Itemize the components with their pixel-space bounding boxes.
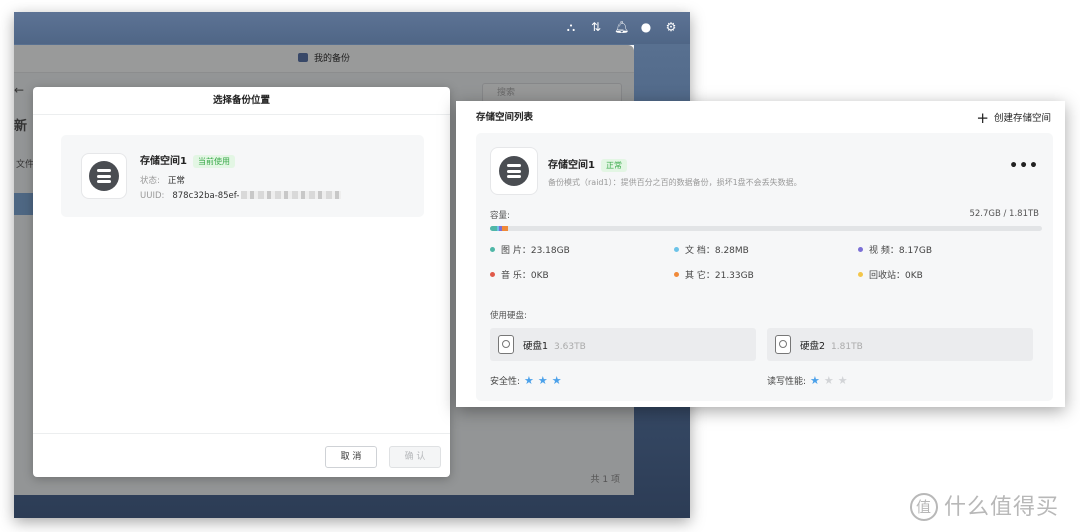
disk-item-1[interactable]: 硬盘1 3.63TB	[490, 328, 756, 361]
disk-item-2[interactable]: 硬盘2 1.81TB	[767, 328, 1033, 361]
safety-rating: 安全性: ★ ★ ★	[490, 374, 562, 387]
select-backup-location-dialog: 选择备份位置 存储空间1 当前使用 状态: 正常 UUID: 878c32ba-85e…	[33, 87, 450, 477]
create-storage-button[interactable]: + 创建存储空间	[976, 109, 1051, 127]
transfer-icon[interactable]: ⇅	[589, 20, 603, 34]
category-recycle-bin: 回收站：0KB	[858, 268, 923, 281]
pool-uuid-row: UUID: 878c32ba-85ef-	[140, 191, 342, 201]
current-use-badge: 当前使用	[192, 155, 235, 168]
storage-pool-icon-box	[81, 153, 127, 199]
rw-stars: ★ ★ ★	[806, 374, 848, 387]
capacity-label: 容量:	[490, 211, 510, 221]
confirm-button[interactable]: 确 认	[389, 446, 441, 468]
bell-icon[interactable]: 🔔︎	[614, 20, 629, 34]
category-pictures: 图 片：23.18GB	[490, 243, 570, 256]
pool-name-row: 存储空间1 正常	[548, 156, 627, 172]
desktop-top-bar: ⛬ ⇅ 🔔︎ ● ⚙	[14, 12, 690, 44]
storage-pool-icon	[89, 161, 119, 191]
create-storage-label: 创建存储空间	[993, 113, 1051, 124]
star-icon: ★	[810, 374, 820, 387]
pool-status-row: 状态: 正常	[140, 174, 185, 186]
status-label: 状态:	[140, 176, 160, 186]
pool-description: 备份模式（raid1）：提供百分之百的数据备份，损坏1盘不会丢失数据。	[548, 178, 802, 187]
cancel-button[interactable]: 取 消	[325, 446, 377, 468]
category-music: 音 乐：0KB	[490, 268, 549, 281]
disk-size: 3.63TB	[554, 342, 586, 352]
status-value: 正常	[167, 176, 185, 186]
safety-stars: ★ ★ ★	[520, 374, 562, 387]
pool-name-row: 存储空间1 当前使用	[140, 152, 235, 168]
uuid-value: 878c32ba-85ef-	[172, 191, 240, 201]
pool-name: 存储空间1	[548, 160, 595, 171]
category-label: 文 档：8.28MB	[685, 246, 749, 256]
watermark-text: 什么值得买	[944, 495, 1060, 520]
used-disks-label: 使用硬盘:	[490, 311, 527, 321]
category-other: 其 它：21.33GB	[674, 268, 754, 281]
star-icon: ★	[551, 374, 562, 387]
star-icon: ★	[537, 374, 548, 387]
star-icon: ★	[837, 374, 848, 387]
storage-pool-card: 存储空间1 正常 备份模式（raid1）：提供百分之百的数据备份，损坏1盘不会丢失…	[476, 133, 1053, 401]
disk-size: 1.81TB	[831, 342, 863, 352]
disk-name-row: 硬盘1 3.63TB	[523, 338, 586, 352]
disk-name-row: 硬盘2 1.81TB	[800, 338, 863, 352]
hard-disk-icon	[775, 335, 791, 354]
storage-pool-icon	[499, 156, 529, 186]
rw-label: 读写性能:	[767, 377, 807, 387]
more-options-icon[interactable]: •••	[1009, 159, 1039, 173]
pictures-dot	[490, 247, 495, 252]
storage-pool-option[interactable]: 存储空间1 当前使用 状态: 正常 UUID: 878c32ba-85ef-	[61, 135, 424, 217]
user-icon[interactable]: ●	[639, 20, 653, 34]
recycle-bin-dot	[858, 272, 863, 277]
pool-status-badge: 正常	[600, 159, 627, 172]
settings-icon[interactable]: ⚙	[664, 20, 678, 34]
capacity-bar	[490, 226, 1042, 231]
disk-name: 硬盘2	[800, 341, 826, 352]
disk-name: 硬盘1	[523, 341, 549, 352]
plus-icon: +	[976, 109, 989, 127]
category-label: 音 乐：0KB	[501, 271, 549, 281]
dialog-footer: 取 消 确 认	[33, 433, 450, 477]
category-label: 图 片：23.18GB	[501, 246, 570, 256]
panel-title: 存储空间列表	[476, 112, 534, 123]
star-icon: ★	[524, 374, 534, 387]
dialog-title: 选择备份位置	[33, 87, 450, 115]
storage-list-panel: 存储空间列表 + 创建存储空间 存储空间1 正常 备份模式（raid1）：提供百分之…	[456, 101, 1065, 407]
documents-dot	[674, 247, 679, 252]
storage-pool-icon-box	[490, 147, 538, 195]
category-documents: 文 档：8.28MB	[674, 243, 749, 256]
site-watermark: 值什么值得买	[910, 489, 1059, 521]
capacity-value: 52.7GB / 1.81TB	[969, 209, 1039, 219]
category-videos: 视 频：8.17GB	[858, 243, 932, 256]
safety-label: 安全性:	[490, 377, 521, 387]
videos-dot	[858, 247, 863, 252]
capacity-segment	[490, 226, 497, 231]
rw-performance-rating: 读写性能: ★ ★ ★	[767, 374, 848, 387]
other-dot	[674, 272, 679, 277]
star-icon: ★	[823, 374, 834, 387]
network-icon[interactable]: ⛬	[564, 20, 578, 34]
uuid-label: UUID:	[140, 191, 165, 201]
category-label: 回收站：0KB	[869, 271, 923, 281]
watermark-logo-icon: 值	[910, 493, 938, 521]
uuid-redaction	[241, 191, 342, 199]
hard-disk-icon	[498, 335, 514, 354]
category-label: 其 它：21.33GB	[685, 271, 754, 281]
pool-name: 存储空间1	[140, 156, 187, 167]
capacity-segment	[501, 226, 509, 231]
music-dot	[490, 272, 495, 277]
category-label: 视 频：8.17GB	[869, 246, 933, 256]
